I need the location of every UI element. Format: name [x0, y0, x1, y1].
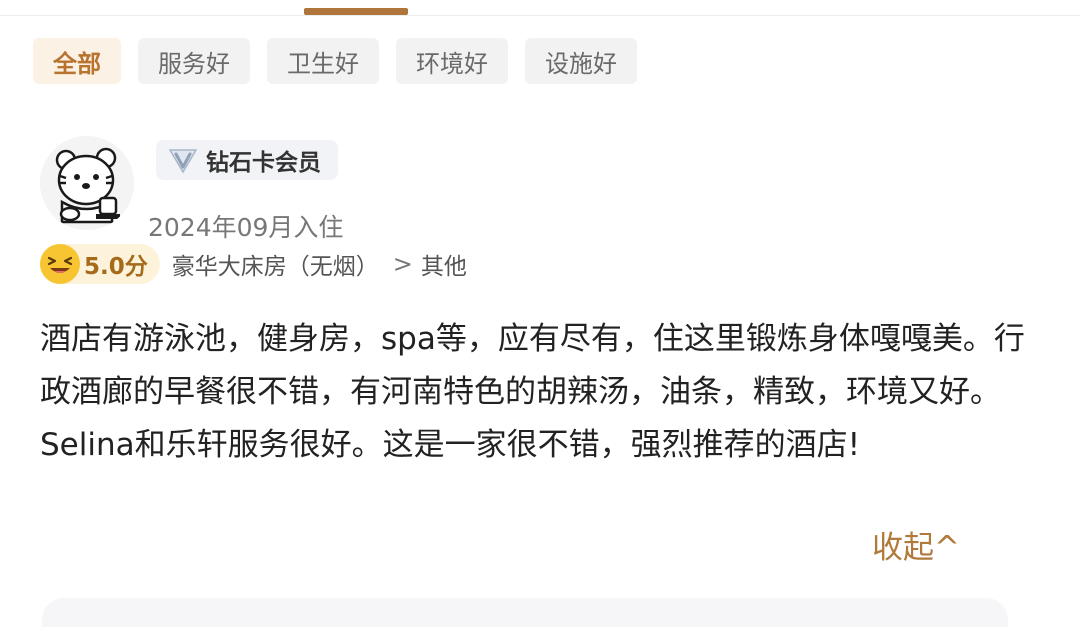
- laughing-emoji-icon: [40, 244, 80, 284]
- filter-chip-label: 卫生好: [287, 49, 359, 78]
- filter-chip-facilities[interactable]: 设施好: [525, 38, 637, 84]
- top-divider: [0, 15, 1080, 16]
- filter-chip-environment[interactable]: 环境好: [396, 38, 508, 84]
- review-text: 酒店有游泳池，健身房，spa等，应有尽有，住这里锻炼身体嘎嘎美。行政酒廊的早餐很…: [40, 321, 1025, 463]
- score-value: 5.0分: [84, 254, 148, 280]
- review-screen: 全部 服务好 卫生好 环境好 设施好 钻石卡会员 2024年09月入住 5.0分…: [0, 0, 1080, 627]
- room-type: 豪华大床房（无烟）: [171, 254, 379, 280]
- next-review-card: [42, 598, 1008, 627]
- diamond-v-icon: [164, 141, 202, 179]
- rating-row: 5.0分 豪华大床房（无烟） > 其他: [40, 243, 467, 285]
- filter-chip-label: 服务好: [158, 49, 230, 78]
- filter-chip-service[interactable]: 服务好: [138, 38, 250, 84]
- score-pill: 5.0分: [40, 244, 160, 284]
- filter-chip-label: 设施好: [545, 49, 617, 78]
- bear-avatar-icon: [40, 136, 134, 230]
- filter-chip-label: 全部: [53, 49, 101, 78]
- member-badge: 钻石卡会员: [156, 140, 338, 180]
- user-avatar[interactable]: [40, 136, 134, 230]
- chevron-right-icon: >: [392, 250, 413, 278]
- filter-chip-hygiene[interactable]: 卫生好: [267, 38, 379, 84]
- checkin-date: 2024年09月入住: [148, 213, 344, 242]
- trip-type: 其他: [420, 254, 467, 280]
- member-badge-label: 钻石卡会员: [206, 150, 321, 176]
- filter-chip-label: 环境好: [416, 49, 488, 78]
- collapse-button[interactable]: 收起^: [872, 522, 960, 567]
- filter-chip-all[interactable]: 全部: [33, 38, 121, 84]
- active-tab-indicator: [304, 8, 408, 15]
